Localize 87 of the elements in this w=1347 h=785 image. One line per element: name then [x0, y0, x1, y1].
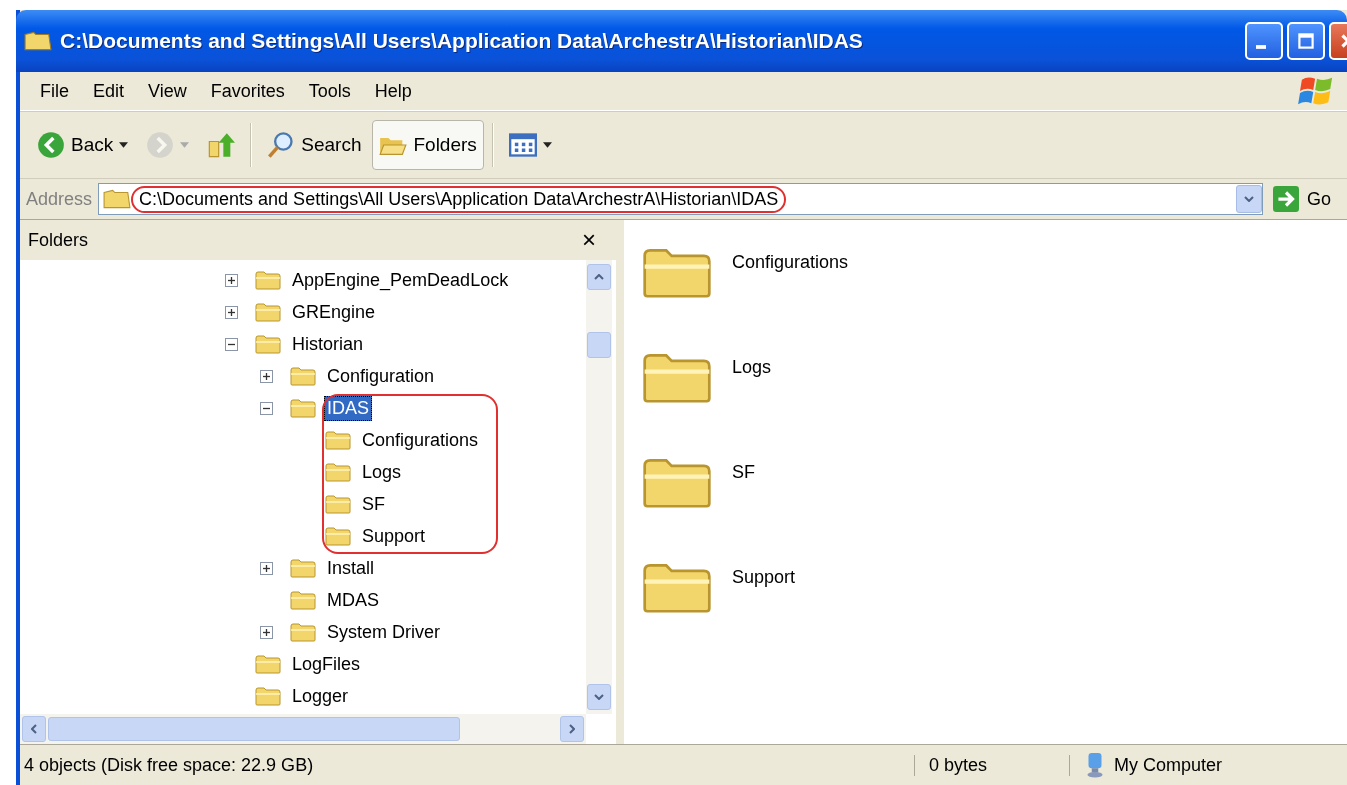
tree-item[interactable]: AppEngine_PemDeadLock	[289, 267, 512, 293]
expand-toggle-icon[interactable]	[225, 305, 238, 319]
chevron-down-icon	[594, 694, 604, 700]
folder-icon	[325, 494, 351, 514]
menu-item[interactable]: File	[28, 80, 81, 102]
folder-icon	[325, 462, 351, 482]
caret-icon	[542, 142, 552, 148]
dropdown-button[interactable]	[1236, 185, 1262, 213]
menu-item[interactable]: View	[136, 80, 199, 102]
tree-item[interactable]: Support	[359, 523, 429, 549]
folder-up-arrow-icon	[207, 131, 236, 159]
expand-toggle-icon[interactable]	[260, 561, 273, 575]
folder-icon	[255, 302, 281, 322]
folder-name[interactable]: Logs	[732, 356, 772, 378]
folder-icon	[290, 622, 316, 642]
close-button[interactable]: ×	[578, 226, 600, 254]
chevron-down-icon	[1244, 196, 1254, 202]
chevron-left-icon	[31, 724, 37, 734]
address-text: C:\Documents and Settings\All Users\Application Data\ArchestrA\Historian\IDAS	[131, 185, 787, 213]
folder-name[interactable]: SF	[732, 461, 755, 483]
maximize-icon	[1295, 30, 1317, 52]
status-size: 0 bytes	[915, 754, 1070, 776]
tree-item[interactable]: Configurations	[359, 427, 482, 453]
scroll-thumb[interactable]	[48, 717, 460, 741]
tree-item[interactable]: Historian	[289, 331, 367, 357]
arrow-right-icon	[146, 131, 175, 159]
arrow-left-icon	[37, 131, 65, 159]
scroll-right-button[interactable]	[560, 716, 584, 742]
caret-icon	[119, 142, 129, 148]
go-button[interactable]: Go	[1269, 186, 1341, 212]
window-title: C:\Documents and Settings\All Users\Application Data\ArchestrA\Historian\IDAS	[60, 29, 863, 53]
folder-icon	[325, 430, 351, 450]
collapse-toggle-icon[interactable]	[225, 337, 238, 351]
status-zone: My Computer	[1114, 754, 1223, 776]
folder-icon	[290, 590, 316, 610]
back-button[interactable]: Back	[30, 120, 136, 170]
folder-icon	[255, 334, 281, 354]
menu-item[interactable]: Favorites	[198, 80, 297, 102]
tree-item[interactable]: SF	[359, 491, 388, 517]
vertical-scrollbar[interactable]	[586, 260, 612, 714]
view-grid-icon	[508, 131, 537, 159]
folder-icon	[290, 398, 316, 418]
search-button[interactable]: Search	[260, 120, 369, 170]
collapse-toggle-icon[interactable]	[260, 401, 273, 415]
scroll-down-button[interactable]	[587, 684, 611, 710]
tree-item[interactable]: GREngine	[289, 299, 379, 325]
folder-name[interactable]: Configurations	[732, 251, 849, 273]
tree-item[interactable]: Logger	[289, 683, 352, 709]
horizontal-scrollbar[interactable]	[20, 714, 586, 744]
tree-item[interactable]: LogFiles	[289, 651, 364, 677]
arrow-right-icon	[1273, 186, 1299, 212]
minimize-icon	[1256, 45, 1266, 49]
folder-icon	[103, 188, 132, 210]
folder-icon	[255, 686, 281, 706]
menu-item[interactable]: Edit	[81, 80, 137, 102]
status-text: 4 objects (Disk free space: 22.9 GB)	[20, 754, 915, 776]
folder-icon	[255, 654, 281, 674]
folder-icon	[24, 30, 52, 52]
tree-item[interactable]: System Driver	[324, 619, 443, 645]
expand-toggle-icon[interactable]	[260, 369, 273, 383]
tree-item[interactable]: IDAS	[324, 395, 372, 421]
folders-button[interactable]: Folders	[372, 120, 484, 170]
menu-item[interactable]: Help	[362, 80, 424, 102]
folder-icon	[290, 366, 316, 386]
folder-icon	[255, 270, 281, 290]
folder-name[interactable]: Support	[732, 566, 796, 588]
tree-item[interactable]: Install	[324, 555, 378, 581]
tree-item[interactable]: Logs	[359, 459, 405, 485]
caret-icon	[180, 142, 190, 148]
scroll-left-button[interactable]	[22, 716, 46, 742]
search-icon	[267, 131, 296, 159]
tree-item[interactable]: MDAS	[324, 587, 382, 613]
maximize-button[interactable]	[1287, 22, 1325, 60]
menu-item[interactable]: Tools	[296, 80, 363, 102]
scroll-up-button[interactable]	[587, 264, 611, 290]
folder-icon	[325, 526, 351, 546]
address-label: Address	[26, 188, 93, 210]
chevron-right-icon	[569, 724, 575, 734]
minimize-button[interactable]	[1245, 22, 1283, 60]
tree-item[interactable]: Configuration	[324, 363, 438, 389]
expand-toggle-icon[interactable]	[260, 625, 273, 639]
scroll-thumb[interactable]	[587, 332, 611, 358]
pane-title: Folders	[28, 229, 89, 251]
expand-toggle-icon[interactable]	[225, 273, 238, 287]
address-field[interactable]: C:\Documents and Settings\All Users\Application Data\ArchestrA\Historian\IDAS	[98, 183, 1263, 215]
chevron-up-icon	[594, 274, 604, 280]
folder-icon	[290, 558, 316, 578]
